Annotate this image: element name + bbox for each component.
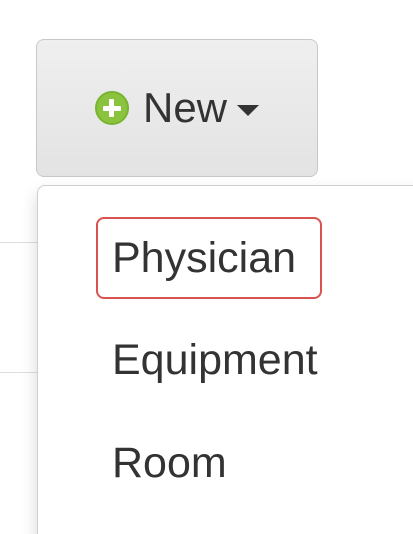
menu-item-label: Physician [112, 234, 297, 282]
new-button[interactable]: New [36, 39, 318, 177]
menu-item-room[interactable]: Room [112, 437, 227, 489]
menu-item-physician[interactable]: Physician [96, 217, 322, 299]
menu-item-label: Room [112, 439, 227, 487]
plus-circle-icon [94, 91, 129, 125]
background-divider [0, 242, 40, 243]
new-button-label: New [142, 84, 228, 131]
menu-item-equipment[interactable]: Equipment [112, 334, 318, 386]
menu-item-label: Equipment [112, 336, 318, 384]
background-divider [0, 372, 40, 373]
caret-down-icon [237, 104, 260, 116]
new-dropdown-screen: New Physician Equipment Room [0, 0, 413, 534]
